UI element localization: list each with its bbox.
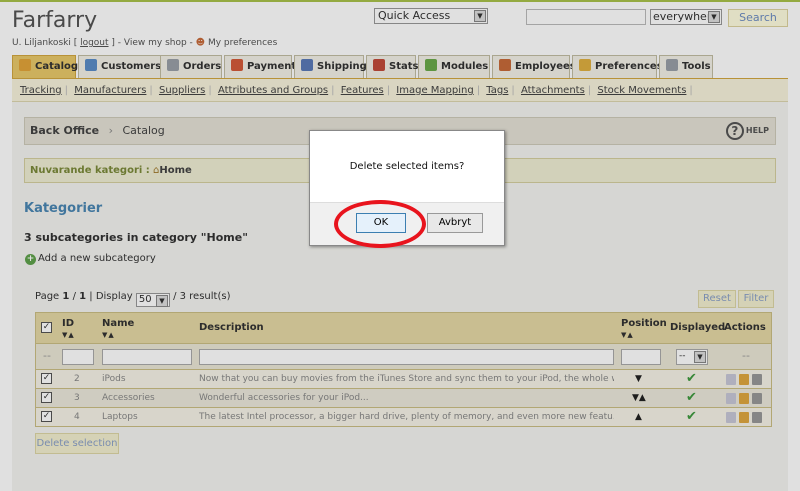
highlight-circle — [334, 200, 426, 248]
cancel-button[interactable]: Avbryt — [427, 213, 483, 233]
dialog-message: Delete selected items? — [349, 161, 465, 172]
